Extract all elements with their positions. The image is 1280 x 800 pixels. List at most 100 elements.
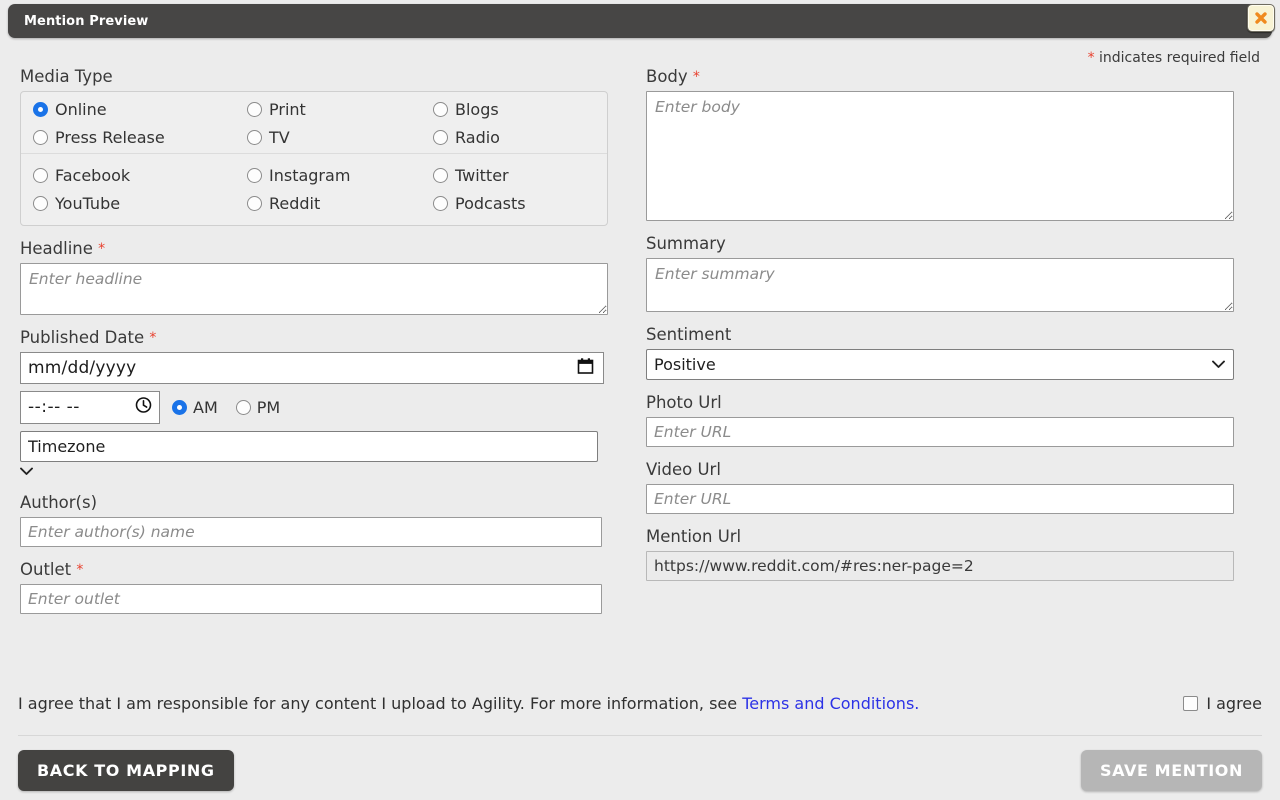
clock-icon[interactable]	[135, 397, 152, 418]
pm-label: PM	[256, 397, 281, 417]
required-note-text: indicates required field	[1094, 50, 1260, 66]
radio-option-pm[interactable]: PM	[235, 397, 281, 417]
agreement-text-before: I agree that I am responsible for any co…	[18, 694, 743, 713]
required-field-note: * indicates required field	[1088, 50, 1260, 66]
media-type-group-social: Facebook Instagram Twitter YouTube Reddi…	[21, 152, 607, 219]
save-mention-button[interactable]: SAVE MENTION	[1080, 750, 1262, 791]
radio-label: Reddit	[269, 193, 321, 213]
radio-label: Instagram	[269, 165, 351, 185]
radio-label: Press Release	[55, 127, 165, 147]
radio-indicator[interactable]	[247, 101, 262, 117]
published-date-required-star: *	[149, 329, 157, 346]
radio-indicator[interactable]	[433, 167, 448, 183]
radio-option-print[interactable]: Print	[247, 100, 433, 119]
photo-url-field: Photo Url	[646, 393, 1234, 447]
published-date-input[interactable]	[20, 351, 604, 384]
radio-option-facebook[interactable]: Facebook	[33, 166, 247, 185]
back-to-mapping-button[interactable]: BACK TO MAPPING	[18, 750, 234, 791]
outlet-input[interactable]	[20, 583, 602, 614]
radio-option-twitter[interactable]: Twitter	[433, 166, 647, 185]
left-column: Media Type Online Print Blogs Press Rele…	[20, 67, 608, 628]
radio-label: TV	[269, 127, 290, 147]
radio-indicator[interactable]	[433, 195, 448, 211]
form-columns: Media Type Online Print Blogs Press Rele…	[0, 67, 1280, 628]
radio-indicator[interactable]	[433, 101, 448, 117]
video-url-field: Video Url	[646, 459, 1234, 514]
photo-url-input[interactable]	[646, 416, 1234, 447]
media-type-fieldset: Online Print Blogs Press Release TV Radi…	[20, 90, 608, 226]
chevron-down-icon	[20, 462, 33, 480]
video-url-input[interactable]	[646, 483, 1234, 514]
radio-indicator[interactable]	[33, 129, 48, 145]
radio-option-radio[interactable]: Radio	[433, 128, 647, 147]
radio-label: Online	[55, 99, 107, 119]
time-row: AM PM	[20, 390, 608, 424]
agree-checkbox-row[interactable]: I agree	[1183, 694, 1262, 713]
media-type-row: YouTube Reddit Podcasts	[33, 194, 595, 213]
radio-label: Facebook	[55, 165, 131, 185]
sentiment-field: Sentiment Positive	[646, 324, 1234, 380]
headline-field: Headline *	[20, 238, 608, 315]
am-label: AM	[193, 397, 218, 417]
headline-input[interactable]	[20, 262, 608, 315]
sentiment-label: Sentiment	[646, 324, 732, 344]
media-type-group-traditional: Online Print Blogs Press Release TV Radi…	[21, 96, 607, 153]
published-date-label: Published Date *	[20, 327, 608, 348]
agreement-row: I agree that I am responsible for any co…	[0, 694, 1280, 713]
radio-indicator[interactable]	[247, 129, 262, 145]
calendar-icon[interactable]	[577, 357, 594, 378]
radio-option-tv[interactable]: TV	[247, 128, 433, 147]
published-date-label-text: Published Date	[20, 327, 145, 347]
radio-indicator[interactable]	[172, 399, 187, 415]
body-input[interactable]	[646, 90, 1234, 221]
terms-and-conditions-link[interactable]: Terms and Conditions	[742, 694, 914, 713]
sentiment-select-wrapper: Positive	[646, 348, 1234, 380]
radio-option-instagram[interactable]: Instagram	[247, 166, 433, 185]
radio-label: Blogs	[455, 99, 499, 119]
timezone-wrapper: Timezone	[20, 430, 598, 480]
radio-option-podcasts[interactable]: Podcasts	[433, 194, 647, 213]
timezone-select[interactable]: Timezone	[20, 430, 598, 462]
radio-option-blogs[interactable]: Blogs	[433, 100, 647, 119]
radio-label: Radio	[455, 127, 500, 147]
summary-field: Summary	[646, 233, 1234, 312]
radio-option-youtube[interactable]: YouTube	[33, 194, 247, 213]
radio-indicator[interactable]	[33, 195, 48, 211]
outlet-label: Outlet *	[20, 559, 608, 580]
radio-option-am[interactable]: AM	[172, 398, 218, 417]
radio-indicator[interactable]	[235, 399, 251, 415]
window-title: Mention Preview	[24, 13, 149, 29]
agree-checkbox[interactable]	[1183, 696, 1199, 711]
radio-option-press-release[interactable]: Press Release	[33, 128, 247, 147]
media-type-field: Media Type Online Print Blogs Press Rele…	[20, 67, 608, 226]
radio-label: YouTube	[55, 193, 121, 213]
ampm-group: AM PM	[172, 398, 280, 417]
headline-required-star: *	[98, 240, 106, 257]
radio-option-online[interactable]: Online	[33, 100, 247, 119]
mention-url-input	[646, 550, 1234, 581]
radio-indicator[interactable]	[247, 195, 262, 211]
headline-label-text: Headline	[20, 238, 93, 258]
video-url-label: Video Url	[646, 459, 721, 479]
radio-label: Print	[269, 99, 306, 119]
authors-label: Author(s)	[20, 492, 98, 512]
sentiment-select[interactable]: Positive	[646, 348, 1234, 380]
body-field: Body *	[646, 67, 1234, 221]
date-input-wrapper	[20, 351, 604, 384]
radio-indicator[interactable]	[33, 101, 48, 117]
radio-indicator[interactable]	[33, 167, 48, 183]
mention-url-field: Mention Url	[646, 527, 1234, 581]
outlet-required-star: *	[76, 561, 84, 578]
summary-input[interactable]	[646, 257, 1234, 312]
radio-label: Twitter	[455, 165, 509, 185]
time-input-wrapper	[20, 390, 160, 424]
radio-option-reddit[interactable]: Reddit	[247, 194, 433, 213]
radio-indicator[interactable]	[433, 129, 448, 145]
authors-input[interactable]	[20, 516, 602, 547]
outlet-label-text: Outlet	[20, 559, 72, 579]
body-label: Body *	[646, 67, 1234, 87]
close-icon[interactable]	[1247, 4, 1275, 32]
radio-indicator[interactable]	[247, 167, 262, 183]
summary-label: Summary	[646, 233, 726, 253]
media-type-row: Press Release TV Radio	[33, 128, 595, 147]
